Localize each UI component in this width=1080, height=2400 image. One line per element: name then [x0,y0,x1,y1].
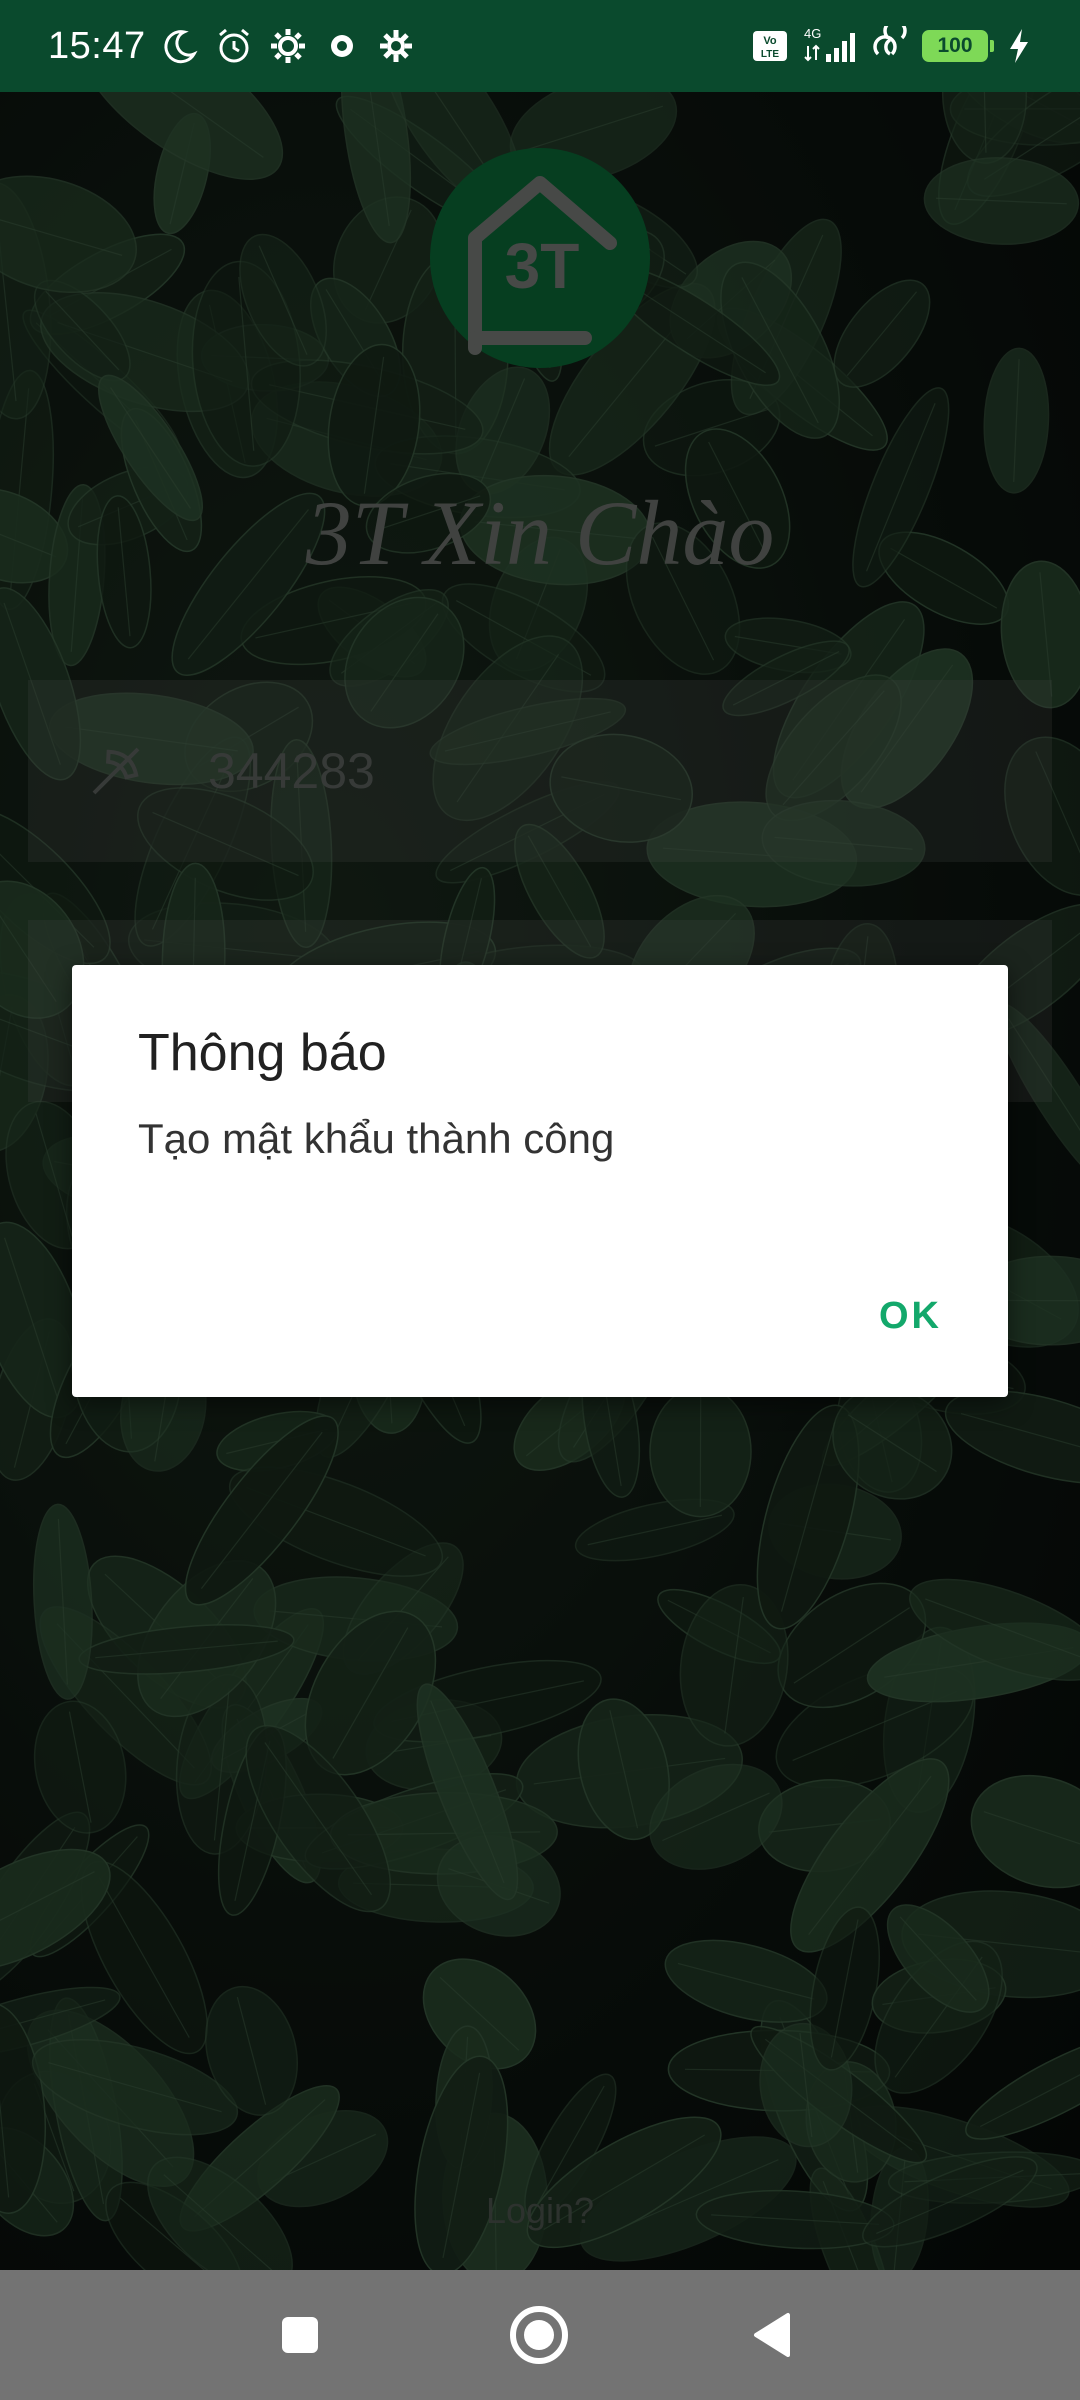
signal-icon: 4G [802,26,858,66]
volte-icon: Vo LTE [750,26,790,66]
recent-apps-icon[interactable] [268,2303,332,2367]
alert-dialog: Thông báo Tạo mật khẩu thành công OK [72,965,1008,1397]
status-time: 15:47 [48,24,146,67]
gear-icon [376,26,416,66]
app-icon [322,26,362,66]
status-right: Vo LTE 4G 100 [750,19,1032,66]
link-icon [870,19,910,66]
ok-button[interactable]: OK [879,1295,942,1338]
svg-text:LTE: LTE [761,49,779,60]
moon-icon [160,26,200,66]
back-icon[interactable] [742,2303,806,2367]
svg-text:Vo: Vo [763,35,777,47]
status-left: 15:47 [48,25,416,68]
svg-text:4G: 4G [804,26,821,41]
dialog-title: Thông báo [138,1024,387,1082]
status-bar: 15:47 Vo LTE 4G 100 [0,0,1080,92]
navigation-bar [0,2270,1080,2400]
gear-icon [268,26,308,66]
alarm-icon [214,26,254,66]
dialog-message: Tạo mật khẩu thành công [138,1115,615,1162]
battery-tip [990,40,994,52]
battery-level: 100 [922,30,988,62]
home-icon[interactable] [504,2300,574,2370]
battery-icon: 100 [922,30,994,62]
charging-icon [1006,26,1032,66]
